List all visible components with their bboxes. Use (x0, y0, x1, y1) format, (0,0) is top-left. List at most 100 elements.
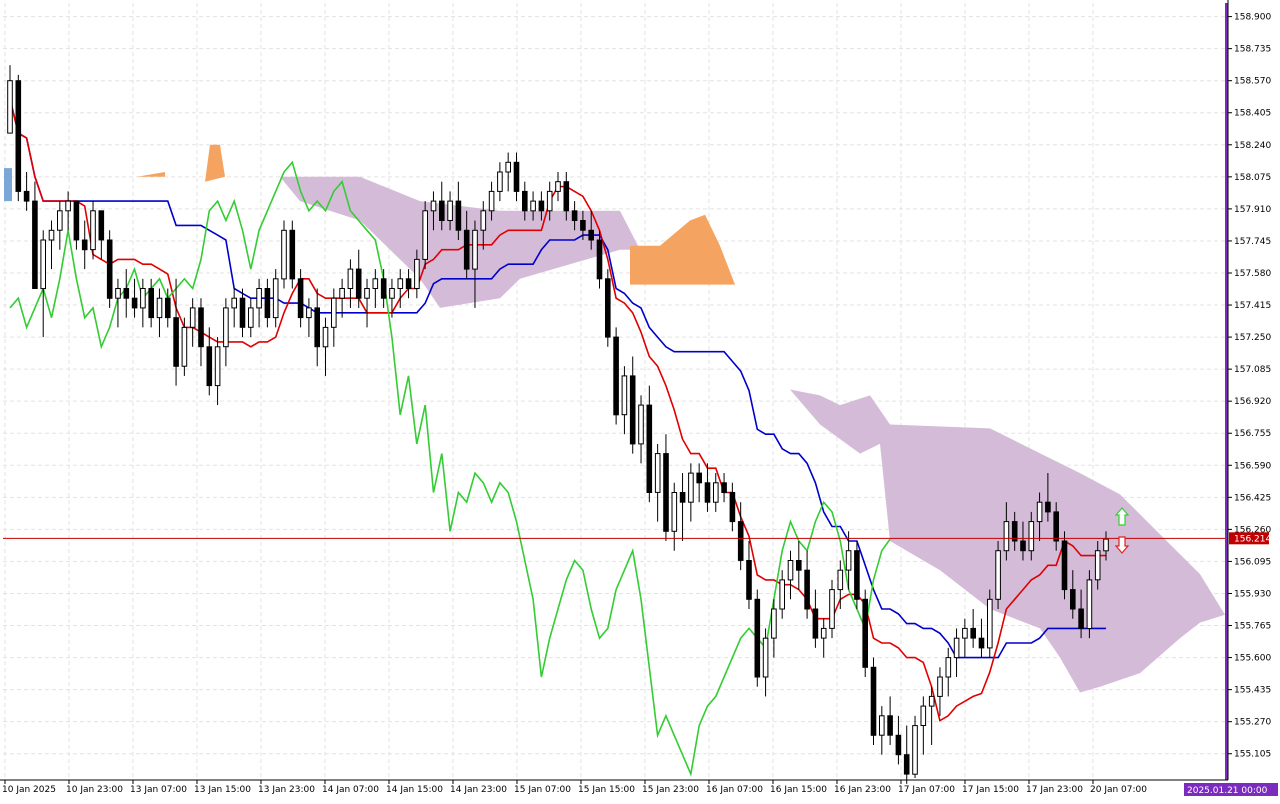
x-tick-label: 14 Jan 15:00 (386, 785, 443, 795)
candle-bear (165, 297, 171, 319)
candle-bear (596, 239, 603, 280)
candle-bull (422, 210, 428, 260)
y-tick-label: 158.900 (1234, 13, 1271, 23)
candle-bear (538, 200, 545, 212)
x-tick-label: 16 Jan 23:00 (834, 785, 891, 795)
candle-bear (605, 278, 611, 338)
candle-bull (1036, 501, 1043, 523)
candle-bull (1094, 550, 1101, 581)
candle-bear (15, 80, 22, 192)
candle-bear (721, 482, 727, 493)
candle-bull (256, 288, 262, 309)
candle-bull (638, 404, 644, 445)
candle-bull (430, 200, 437, 212)
x-tick-label: 13 Jan 23:00 (258, 785, 315, 795)
candle-bear (439, 200, 445, 222)
y-tick-label: 157.415 (1234, 301, 1271, 311)
candle-bull (372, 278, 379, 289)
candle-bull (787, 560, 794, 581)
candle-bull (331, 297, 337, 328)
candle-bull (447, 200, 453, 222)
candle-bull (771, 608, 777, 639)
candle-bear (613, 336, 619, 416)
candle-bull (779, 579, 786, 610)
candle-bull (688, 472, 694, 503)
candle-bear (123, 288, 130, 299)
candle-bear (746, 560, 752, 600)
candle-bull (181, 326, 188, 367)
current-price-label: 156.214 (1234, 534, 1271, 544)
y-tick-label: 157.085 (1234, 365, 1271, 375)
y-tick-label: 158.075 (1234, 173, 1271, 183)
candle-bull (223, 307, 229, 348)
candle-bull (7, 80, 13, 134)
candle-bull (654, 453, 661, 493)
candle-bear (73, 200, 80, 241)
candle-bear (571, 210, 578, 222)
y-tick-label: 157.580 (1234, 269, 1271, 279)
candle-bear (32, 200, 38, 290)
candle-bull (397, 278, 404, 289)
y-tick-label: 158.240 (1234, 141, 1271, 151)
candle-bull (339, 288, 345, 299)
candle-bull (762, 637, 769, 678)
candle-bull (920, 705, 927, 726)
y-tick-label: 155.435 (1234, 686, 1271, 696)
candle-bear (405, 278, 412, 289)
candle-bear (887, 715, 893, 736)
y-tick-label: 156.920 (1234, 397, 1271, 407)
candle-bear (455, 200, 462, 231)
x-tick-label: 16 Jan 07:00 (706, 785, 763, 795)
x-tick-label: 17 Jan 23:00 (1026, 785, 1083, 795)
candle-bull (555, 181, 561, 192)
x-tick-label: 17 Jan 15:00 (962, 785, 1019, 795)
candle-bear (23, 190, 30, 202)
candle-bull (347, 268, 354, 290)
candle-bull (248, 307, 254, 328)
candle-bull (845, 550, 852, 571)
candle-bull (48, 229, 55, 241)
candle-bear (81, 239, 88, 251)
candle-bear (679, 492, 686, 503)
candle-bull (1028, 521, 1035, 552)
candle-bull (945, 657, 952, 678)
candle-bear (870, 666, 877, 736)
candle-bear (796, 560, 802, 571)
candle-bear (106, 239, 113, 299)
candle-bull (414, 258, 420, 289)
x-tick-label: 15 Jan 15:00 (578, 785, 635, 795)
x-tick-label: 14 Jan 23:00 (450, 785, 507, 795)
candle-bear (1045, 501, 1051, 513)
candle-bear (380, 278, 387, 299)
candle-bull (713, 482, 719, 503)
candle-bear (970, 627, 977, 639)
candle-bear (239, 297, 246, 328)
candle-bear (355, 268, 362, 299)
candle-bull (488, 190, 495, 212)
candle-bull (928, 695, 935, 707)
candle-bear (804, 569, 810, 610)
cloud-start-block (4, 168, 12, 202)
candle-bull (115, 288, 121, 299)
y-tick-label: 155.765 (1234, 622, 1271, 632)
y-tick-label: 155.930 (1234, 589, 1271, 599)
candle-bear (198, 307, 204, 348)
candle-bull (820, 627, 827, 639)
y-tick-label: 155.105 (1234, 750, 1271, 760)
candle-bull (962, 627, 968, 639)
candle-bull (1086, 579, 1093, 630)
candle-bull (497, 171, 503, 192)
candle-bull (1003, 521, 1010, 552)
candle-bear (646, 404, 653, 494)
candle-bear (173, 317, 179, 367)
candle-bull (546, 190, 553, 212)
candle-bull (272, 278, 279, 319)
y-tick-label: 157.250 (1234, 333, 1271, 343)
candle-bull (306, 307, 312, 319)
candle-bull (231, 297, 237, 309)
candle-bull (1103, 538, 1109, 552)
candle-bear (264, 288, 271, 319)
candle-bull (40, 239, 47, 290)
candle-bear (522, 190, 528, 212)
candle-bear (696, 472, 703, 484)
